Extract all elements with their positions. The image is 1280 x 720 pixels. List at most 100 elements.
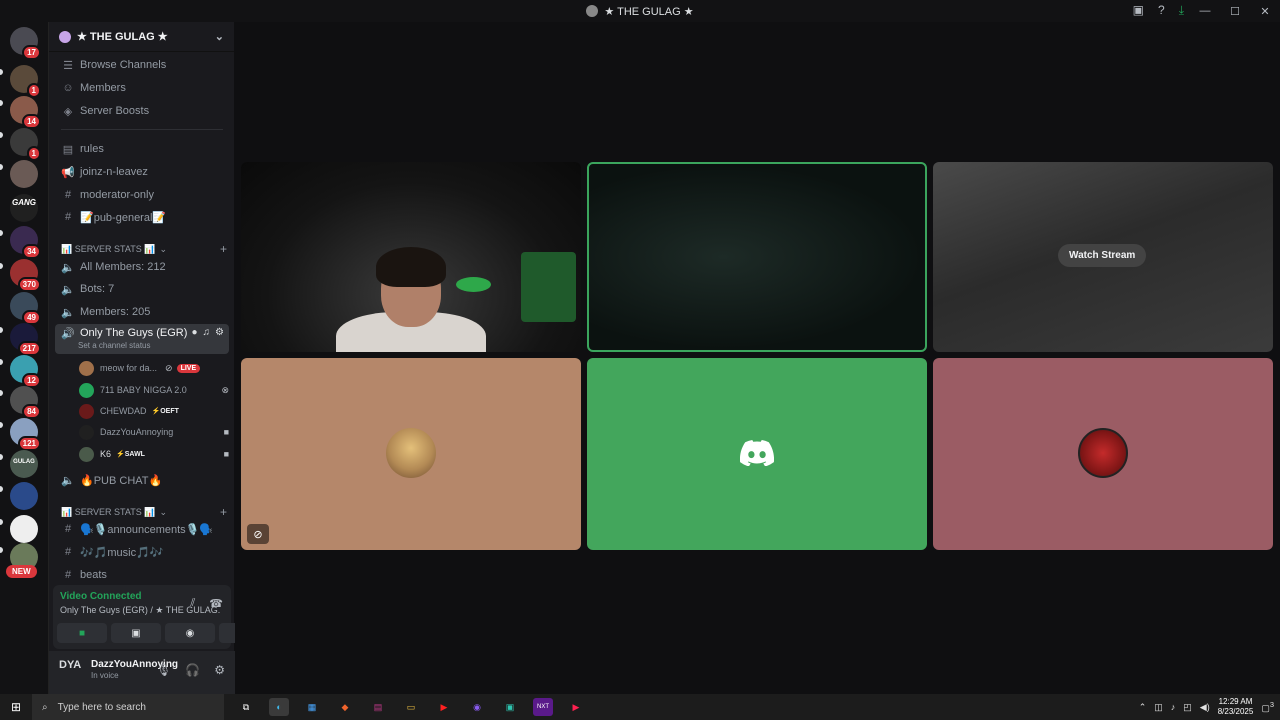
clock[interactable]: 12:29 AM 8/23/2025 <box>1218 697 1254 717</box>
members-item[interactable]: ☺ Members <box>55 78 229 98</box>
next-icon[interactable]: NXT <box>533 698 553 716</box>
mention-badge: 84 <box>22 404 41 419</box>
channel-beats[interactable]: # beats <box>55 565 229 585</box>
add-channel-icon[interactable]: + <box>220 505 227 519</box>
windows-start-icon[interactable]: ⊞ <box>0 700 32 714</box>
watch-stream-button[interactable]: Watch Stream <box>1058 244 1147 267</box>
avatar[interactable]: DYA <box>59 659 83 683</box>
channel-status-hint[interactable]: Set a channel status <box>78 341 151 350</box>
channel-joinz[interactable]: 📢 joinz-n-leavez <box>55 162 229 182</box>
store-icon[interactable]: ▦ <box>302 698 322 716</box>
stream-tile[interactable]: Watch Stream <box>933 162 1273 352</box>
server-icon[interactable] <box>10 482 38 510</box>
user-tile[interactable] <box>587 358 927 550</box>
chevron-down-icon[interactable]: ⌄ <box>215 30 224 43</box>
camera-icon: ■ <box>78 627 86 639</box>
taskbar-search[interactable]: ⌕ Type here to search <box>32 694 224 720</box>
discord-icon[interactable]: ◉ <box>467 698 487 716</box>
chevron-up-icon[interactable]: ⌃ <box>1139 702 1147 713</box>
wifi-icon[interactable]: ◰ <box>1183 702 1192 713</box>
mention-badge: 217 <box>17 341 41 356</box>
network-icon[interactable]: ◫ <box>1154 702 1163 713</box>
chat-icon[interactable]: ● <box>191 327 197 338</box>
screen-share-button[interactable]: ▣ <box>111 623 161 643</box>
invite-icon[interactable]: ♫ <box>203 327 211 338</box>
server-icon[interactable] <box>10 515 38 543</box>
channel-rules[interactable]: ▤ rules <box>55 139 229 159</box>
video-tile-speaking[interactable] <box>587 162 927 352</box>
maximize-button[interactable]: ☐ <box>1220 5 1250 18</box>
screen-share-icon: ▣ <box>131 627 141 639</box>
noise-suppression-icon[interactable]: ⫽ <box>190 597 195 610</box>
server-header[interactable]: ★ THE GULAG ★ ⌄ <box>49 22 234 52</box>
server-boosts[interactable]: ◈ Server Boosts <box>55 101 229 121</box>
camera-button[interactable]: ■ <box>57 623 107 643</box>
stat-all-members[interactable]: 🔈 All Members: 212 <box>55 257 229 277</box>
user-tile[interactable]: ⊘ <box>241 358 581 550</box>
help-icon[interactable]: ? <box>1158 3 1165 18</box>
user-tile[interactable] <box>933 358 1273 550</box>
voice-user[interactable]: K6 ⚡SAWL ■ <box>79 444 229 464</box>
mic-icon[interactable]: ♪ <box>1171 702 1176 712</box>
server-icon[interactable]: 17 <box>10 27 41 60</box>
inbox-icon[interactable]: ▣ <box>1133 3 1144 18</box>
video-tile[interactable] <box>241 162 581 352</box>
voice-channel-active[interactable]: 🔊 Only The Guys (EGR) Set a channel stat… <box>55 324 229 354</box>
server-icon[interactable]: 12 <box>10 355 41 388</box>
task-view-icon[interactable]: ⧉ <box>236 698 256 716</box>
voice-user[interactable]: CHEWDAD ⚡OEFT <box>79 401 229 421</box>
browse-icon: ☰ <box>63 59 73 72</box>
close-button[interactable]: ✕ <box>1250 5 1280 18</box>
server-icon[interactable]: 217 <box>10 323 41 356</box>
minimize-button[interactable]: — <box>1190 5 1220 17</box>
file-explorer-icon[interactable]: ▭ <box>401 698 421 716</box>
brave-icon[interactable]: ◆ <box>335 698 355 716</box>
voice-channel-pub-chat[interactable]: 🔈 🔥PUB CHAT🔥 <box>55 470 229 490</box>
edge-icon[interactable]: ◐ <box>269 698 289 716</box>
browse-channels[interactable]: ☰ Browse Channels <box>55 55 229 75</box>
voice-status[interactable]: Video Connected <box>60 591 142 602</box>
members-icon: ☺ <box>62 82 74 94</box>
bowl <box>456 277 491 292</box>
gear-icon[interactable]: ⚙ <box>214 663 225 677</box>
voice-user[interactable]: DazzYouAnnoying ■ <box>79 422 229 442</box>
category-server-stats[interactable]: 📊 SERVER STATS 📊 ⌄ + <box>61 242 227 256</box>
server-icon[interactable]: 121 <box>10 418 41 451</box>
channel-moderator[interactable]: # moderator-only <box>55 185 229 205</box>
live-badge: LIVE <box>176 363 201 373</box>
gear-icon[interactable]: ⚙ <box>215 327 224 338</box>
download-icon[interactable]: ⤓ <box>1179 3 1184 18</box>
server-icon[interactable]: 1 <box>10 128 41 161</box>
channel-pub-general[interactable]: # 📝pub-general📝 <box>55 207 229 227</box>
app-icon[interactable]: ▣ <box>500 698 520 716</box>
winrar-icon[interactable]: ▤ <box>368 698 388 716</box>
notification-icon[interactable]: ▢3 <box>1261 700 1274 714</box>
server-icon[interactable]: 14 <box>10 96 41 129</box>
disconnect-icon[interactable]: ☎ <box>209 597 223 610</box>
server-icon[interactable]: 1 <box>10 65 41 98</box>
server-icon[interactable]: 84 <box>10 386 41 419</box>
stat-members[interactable]: 🔈 Members: 205 <box>55 302 229 322</box>
server-avatar <box>10 515 38 543</box>
taskbar: ⊞ ⌕ Type here to search ⧉ ◐ ▦ ◆ ▤ ▭ ▶ ◉ … <box>0 694 1280 720</box>
voice-user[interactable]: 711 BABY NIGGA 2.0 ⊗ <box>79 380 229 400</box>
activity-button[interactable]: ◉ <box>165 623 215 643</box>
server-icon[interactable] <box>10 160 38 188</box>
voice-user[interactable]: meow for da... ⊘ LIVE <box>79 358 229 378</box>
headphones-icon[interactable]: 🎧 <box>185 663 200 677</box>
unread-pill <box>0 422 3 428</box>
youtube-icon[interactable]: ▶ <box>434 698 454 716</box>
category-server-stats-2[interactable]: 📊 SERVER STATS 📊 ⌄ + <box>61 505 227 519</box>
channel-announcements[interactable]: # 🗣️🎙️announcements🎙️🗣️ <box>55 519 229 539</box>
microphone-icon[interactable]: 🎙 <box>156 663 171 677</box>
add-channel-icon[interactable]: + <box>220 242 227 256</box>
server-icon[interactable]: 370 <box>10 259 41 292</box>
server-icon[interactable]: 34 <box>10 226 41 259</box>
server-icon[interactable]: 49 <box>10 292 41 325</box>
unread-pill <box>0 327 3 333</box>
channel-music[interactable]: # 🎶🎵music🎵🎶 <box>55 542 229 562</box>
speaker-icon: 🔈 <box>61 306 75 319</box>
youtube-music-icon[interactable]: ▶ <box>566 698 586 716</box>
volume-icon[interactable]: ◀) <box>1200 702 1210 713</box>
stat-bots[interactable]: 🔈 Bots: 7 <box>55 279 229 299</box>
